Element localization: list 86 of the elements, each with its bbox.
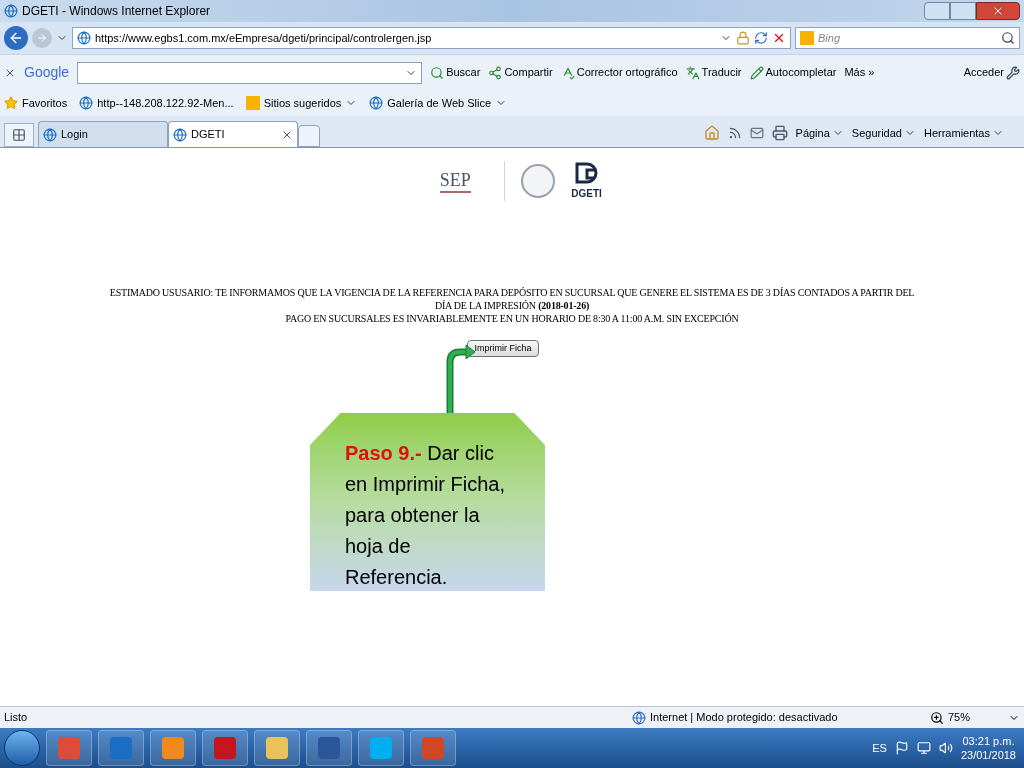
browser-tab[interactable]: Login <box>38 121 168 147</box>
page-icon <box>173 127 187 142</box>
mail-icon[interactable] <box>749 126 764 140</box>
favorites-item[interactable]: Favoritos <box>4 94 68 112</box>
arrow <box>444 344 476 414</box>
toolbar-button[interactable]: Más » <box>844 64 875 81</box>
star-icon <box>4 96 18 110</box>
status-text: Listo <box>4 710 28 726</box>
globe-icon <box>632 710 646 725</box>
toolbar-icon <box>430 65 445 80</box>
toolbar-button[interactable]: Autocompletar <box>749 64 837 81</box>
page-icon <box>369 96 384 110</box>
google-logo: Google <box>24 63 70 82</box>
toolbar-icon <box>488 65 503 80</box>
favorites-item[interactable]: Sitios sugeridos <box>245 94 358 112</box>
command-menu[interactable]: Página <box>795 124 844 142</box>
seal-icon <box>521 164 556 198</box>
flag-icon[interactable] <box>894 741 909 755</box>
start-button[interactable] <box>4 730 40 766</box>
browser-icon <box>4 4 18 18</box>
lock-icon <box>736 31 750 45</box>
command-menu[interactable]: Herramientas <box>923 124 1004 142</box>
browser-tab[interactable]: DGETI <box>168 121 298 147</box>
toolbar-button[interactable]: Acceder <box>963 64 1020 81</box>
search-icon[interactable] <box>1001 31 1015 45</box>
speaker-icon[interactable] <box>938 741 953 755</box>
schedule-notice: PAGO EN SUCURSALES ES INVARIABLEMENTE EN UN HORARIO DE 8:30 A 11:00 A.M. SIN EXCEPCIÓN <box>285 312 739 325</box>
refresh-icon[interactable] <box>754 31 768 45</box>
printer-icon[interactable] <box>771 125 788 141</box>
grid-icon <box>12 128 26 142</box>
app-icon <box>214 737 236 759</box>
new-tab-button[interactable] <box>298 125 320 147</box>
dgeti-logo: DGETI <box>571 186 602 201</box>
toolbar-icon <box>749 65 764 80</box>
page-icon <box>79 96 94 110</box>
zoom-button[interactable]: 75% <box>930 709 1020 726</box>
app-icon <box>266 737 288 759</box>
toolbar-button[interactable]: Compartir <box>488 64 553 81</box>
app-icon <box>110 737 132 759</box>
close-icon <box>992 5 1004 17</box>
search-box[interactable]: Bing <box>795 27 1020 49</box>
taskbar-app-icon[interactable] <box>306 730 352 766</box>
taskbar-app-icon[interactable] <box>98 730 144 766</box>
maximize-button[interactable] <box>950 2 976 20</box>
clock-time: 03:21 p.m. <box>962 734 1015 748</box>
feed-icon[interactable] <box>727 126 742 140</box>
toolbar-button[interactable]: Buscar <box>430 64 481 81</box>
validity-message: ESTIMADO USUSARIO: TE INFORMAMOS QUE LA VIGENCIA DE LA REFERENCIA PARA DEPÓSITO EN SUCURSAL QUE GENERE EL SISTEMA ES DE 3 DÍAS CONTADOS A PARTIR DEL DÍA DE LA IMPRESIÓN (2018-01-26) <box>108 286 916 312</box>
zoom-icon <box>930 710 944 725</box>
google-search-field[interactable] <box>77 61 423 84</box>
page-icon <box>77 31 91 45</box>
wrench-icon <box>1006 65 1020 80</box>
stop-icon[interactable] <box>772 31 786 45</box>
minimize-button[interactable] <box>924 2 950 20</box>
address-field[interactable]: https://www.egbs1.com.mx/eEmpresa/dgeti/principal/controlergen.jsp <box>72 27 791 49</box>
app-icon <box>58 737 80 759</box>
favorites-item[interactable]: Galería de Web Slice <box>369 94 508 112</box>
sep-logo: SEP <box>439 168 471 194</box>
toolbar-button[interactable]: Corrector ortográfico <box>560 64 678 81</box>
clock-date: 23/01/2018 <box>960 748 1016 762</box>
page-icon <box>43 127 57 142</box>
taskbar-app-icon[interactable] <box>410 730 456 766</box>
arrow-right-icon <box>36 32 48 44</box>
zone-text: Internet | Modo protegido: desactivado <box>650 710 838 726</box>
toolbar-button[interactable]: Traducir <box>685 64 742 81</box>
app-icon <box>370 737 392 759</box>
window-title: DGETI - Windows Internet Explorer <box>22 3 211 20</box>
app-icon <box>162 737 184 759</box>
callout-text: Paso 9.- Dar clic en Imprimir Ficha, para obtener la hoja de Referencia. <box>345 441 507 590</box>
network-icon[interactable] <box>916 741 931 755</box>
favorites-item[interactable]: http--148.208.122.92-Men... <box>79 94 234 112</box>
command-menu[interactable]: Seguridad <box>851 124 916 142</box>
print-button[interactable]: Imprimir Ficha <box>467 340 539 357</box>
taskbar-app-icon[interactable] <box>150 730 196 766</box>
back-button[interactable] <box>4 26 28 50</box>
taskbar-app-icon[interactable] <box>202 730 248 766</box>
taskbar-app-icon[interactable] <box>254 730 300 766</box>
taskbar-app-icon[interactable] <box>358 730 404 766</box>
taskbar-app-icon[interactable] <box>46 730 92 766</box>
home-icon[interactable] <box>703 125 720 141</box>
quick-tabs-button[interactable] <box>4 123 34 147</box>
app-icon <box>422 737 444 759</box>
close-button[interactable] <box>976 2 1020 20</box>
toolbar-icon <box>685 65 700 80</box>
app-icon <box>318 737 340 759</box>
language-indicator[interactable]: ES <box>872 739 887 757</box>
